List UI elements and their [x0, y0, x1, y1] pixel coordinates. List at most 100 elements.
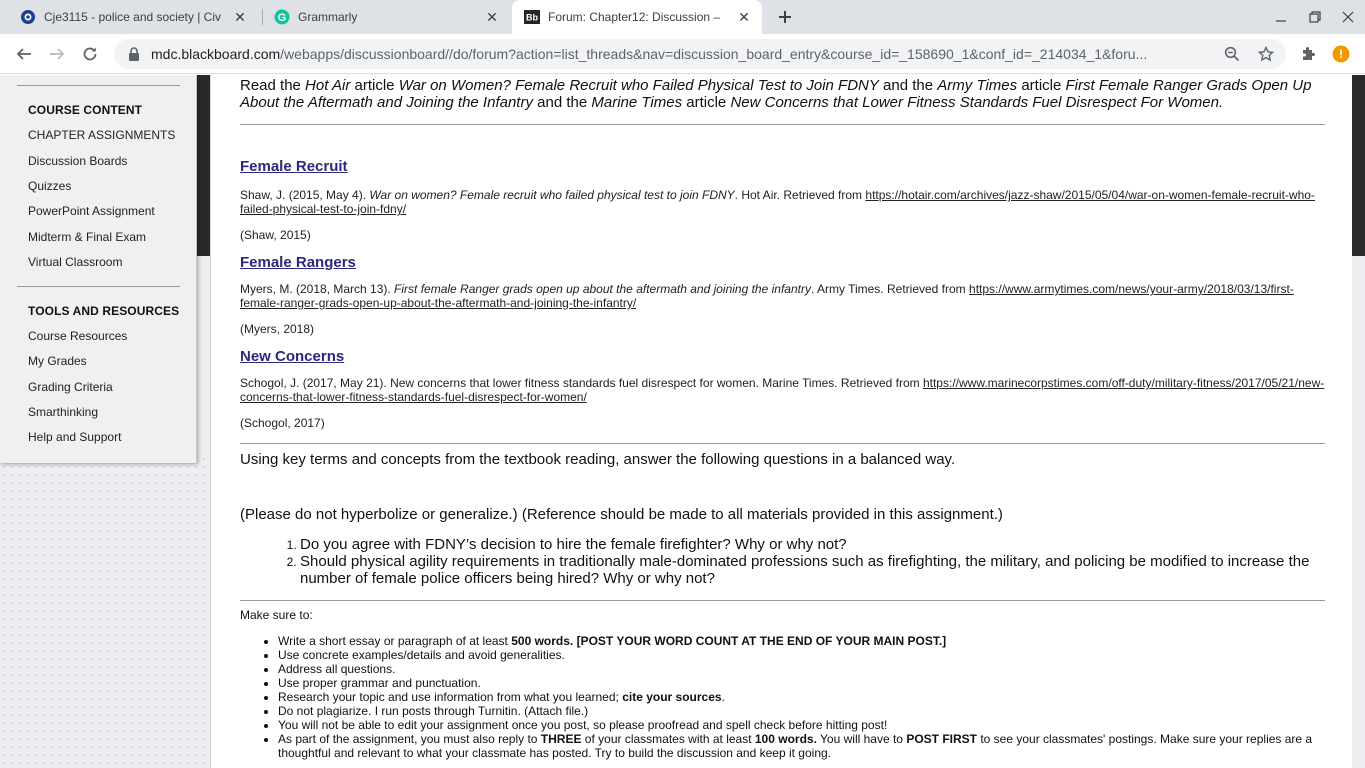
menu-item-help-support[interactable]: Help and Support [28, 430, 121, 444]
reference-source: . Army Times. Retrieved from [810, 282, 970, 296]
course-content-heading: COURSE CONTENT [28, 103, 143, 117]
question-list: Do you agree with FDNY’s decision to hir… [240, 536, 1325, 587]
reference-source: . Hot Air. Retrieved from [734, 188, 866, 202]
url-host: mdc.blackboard.com [151, 46, 281, 62]
menu-item-course-resources[interactable]: Course Resources [28, 329, 127, 343]
reference-author: Myers, M. (2018, March 13). [240, 282, 395, 296]
menu-item-quizzes[interactable]: Quizzes [28, 179, 71, 193]
requirement-text: Research your topic and use information … [278, 690, 623, 704]
reference-text: Schogol, J. (2017, May 21). New concerns… [240, 376, 1325, 404]
forum-description: Read the Hot Air article War on Women? F… [210, 75, 1352, 768]
tab-title: Cje3115 - police and society | Civ [44, 10, 221, 24]
intro-text: and the [532, 94, 592, 111]
reference-heading-link[interactable]: Female Rangers [240, 254, 356, 271]
reference-citation: (Shaw, 2015) [240, 228, 311, 242]
tab-title: Forum: Chapter12: Discussion – [548, 10, 721, 24]
requirement-text: . [721, 690, 725, 704]
intro-paragraph: Read the Hot Air article War on Women? F… [240, 77, 1325, 111]
tab-forum[interactable]: Bb Forum: Chapter12: Discussion – ✕ [512, 0, 762, 34]
question-item: Do you agree with FDNY’s decision to hir… [300, 536, 1325, 553]
requirement-item: Do not plagiarize. I run posts through T… [278, 704, 1325, 718]
new-tab-button[interactable] [774, 6, 796, 28]
lock-icon[interactable] [126, 46, 142, 62]
reference-title: War on women? Female recruit who failed … [369, 188, 735, 202]
intro-text: article [350, 77, 399, 94]
menu-item-midterm-final-exam[interactable]: Midterm & Final Exam [28, 230, 146, 244]
divider [240, 124, 1325, 125]
tab-title: Grammarly [298, 10, 358, 24]
banner-edge-right [1352, 75, 1365, 256]
close-tab-icon[interactable]: ✕ [736, 9, 752, 25]
close-tab-icon[interactable]: ✕ [484, 9, 500, 25]
tab-course[interactable]: Cje3115 - police and society | Civ ✕ [8, 0, 258, 34]
intro-text: article [1017, 77, 1066, 94]
zoom-icon[interactable] [1224, 46, 1240, 62]
reference-text: Myers, M. (2018, March 13). First female… [240, 282, 1325, 310]
requirement-item: Research your topic and use information … [278, 690, 1325, 704]
intro-source: Army Times [937, 77, 1018, 94]
menu-item-discussion-boards[interactable]: Discussion Boards [28, 154, 127, 168]
page-area: Read the Hot Air article War on Women? F… [0, 75, 1365, 768]
profile-alert-icon[interactable]: ! [1329, 42, 1353, 66]
tab-grammarly[interactable]: G Grammarly ✕ [262, 0, 510, 34]
course-menu: COURSE CONTENT CHAPTER ASSIGNMENTS Discu… [0, 75, 197, 463]
intro-text: and the [878, 77, 938, 94]
requirement-emphasis: cite your sources [622, 690, 722, 704]
menu-item-smarthinking[interactable]: Smarthinking [28, 405, 98, 419]
divider [17, 85, 180, 86]
intro-text: article [682, 94, 731, 111]
requirement-text: You will have to [816, 732, 907, 746]
reload-icon[interactable] [78, 42, 102, 66]
intro-source: Marine Times [591, 94, 683, 111]
requirements-list: Write a short essay or paragraph of at l… [240, 634, 1325, 760]
requirement-emphasis: 500 words. [POST YOUR WORD COUNT AT THE … [511, 634, 947, 648]
close-tab-icon[interactable]: ✕ [232, 9, 248, 25]
intro-text: Read the [240, 77, 306, 94]
requirement-item: You will not be able to edit your assign… [278, 718, 1325, 732]
requirement-item: Use proper grammar and punctuation. [278, 676, 1325, 690]
requirement-emphasis: 100 words. [754, 732, 817, 746]
url-path: /webapps/discussionboard//do/forum?actio… [280, 46, 1148, 62]
reference-author: Schogol, J. (2017, May 21). New concerns… [240, 376, 923, 390]
bookmark-star-icon[interactable] [1258, 46, 1274, 62]
background-pattern [0, 455, 210, 768]
tab-strip: Cje3115 - police and society | Civ ✕ G G… [0, 0, 1365, 34]
reference-heading-link[interactable]: New Concerns [240, 348, 344, 365]
requirement-text: of your classmates with at least [581, 732, 755, 746]
requirement-item: Write a short essay or paragraph of at l… [278, 634, 1325, 648]
intro-article-title: War on Women? Female Recruit who Failed … [398, 77, 879, 94]
reference-citation: (Schogol, 2017) [240, 416, 325, 430]
forward-icon[interactable] [45, 42, 69, 66]
reference-heading-link[interactable]: Female Recruit [240, 158, 348, 175]
menu-item-powerpoint-assignment[interactable]: PowerPoint Assignment [28, 204, 155, 218]
instructions-note: (Please do not hyperbolize or generalize… [240, 506, 1003, 523]
menu-item-my-grades[interactable]: My Grades [28, 354, 87, 368]
divider [240, 600, 1325, 601]
address-bar[interactable]: mdc.blackboard.com/webapps/discussionboa… [114, 39, 1286, 69]
menu-item-chapter-assignments[interactable]: CHAPTER ASSIGNMENTS [28, 128, 175, 142]
reference-block: Female Rangers Myers, M. (2018, March 13… [240, 254, 1325, 336]
course-icon [20, 9, 36, 25]
close-window-icon[interactable] [1339, 8, 1357, 26]
requirement-text: Write a short essay or paragraph of at l… [278, 634, 512, 648]
browser-toolbar: mdc.blackboard.com/webapps/discussionboa… [0, 34, 1365, 74]
profile-initial: ! [1339, 47, 1343, 61]
requirement-item: Use concrete examples/details and avoid … [278, 648, 1325, 662]
requirement-emphasis: THREE [540, 732, 582, 746]
grammarly-icon: G [274, 9, 290, 25]
back-icon[interactable] [12, 42, 36, 66]
menu-item-virtual-classroom[interactable]: Virtual Classroom [28, 255, 122, 269]
menu-item-grading-criteria[interactable]: Grading Criteria [28, 380, 113, 394]
reference-title: First female Ranger grads open up about … [394, 282, 811, 296]
tools-heading: TOOLS AND RESOURCES [28, 304, 180, 318]
intro-article-title: New Concerns that Lower Fitness Standard… [730, 94, 1224, 111]
extensions-icon[interactable] [1296, 42, 1320, 66]
url-text: mdc.blackboard.com/webapps/discussionboa… [151, 46, 1211, 62]
blackboard-icon: Bb [524, 9, 540, 25]
restore-icon[interactable] [1306, 8, 1324, 26]
reference-block: New Concerns Schogol, J. (2017, May 21).… [240, 348, 1325, 430]
intro-source: Hot Air [305, 77, 351, 94]
minimize-icon[interactable] [1272, 8, 1290, 26]
instructions-lead: Using key terms and concepts from the te… [240, 451, 956, 468]
question-item: Should physical agility requirements in … [300, 553, 1325, 587]
